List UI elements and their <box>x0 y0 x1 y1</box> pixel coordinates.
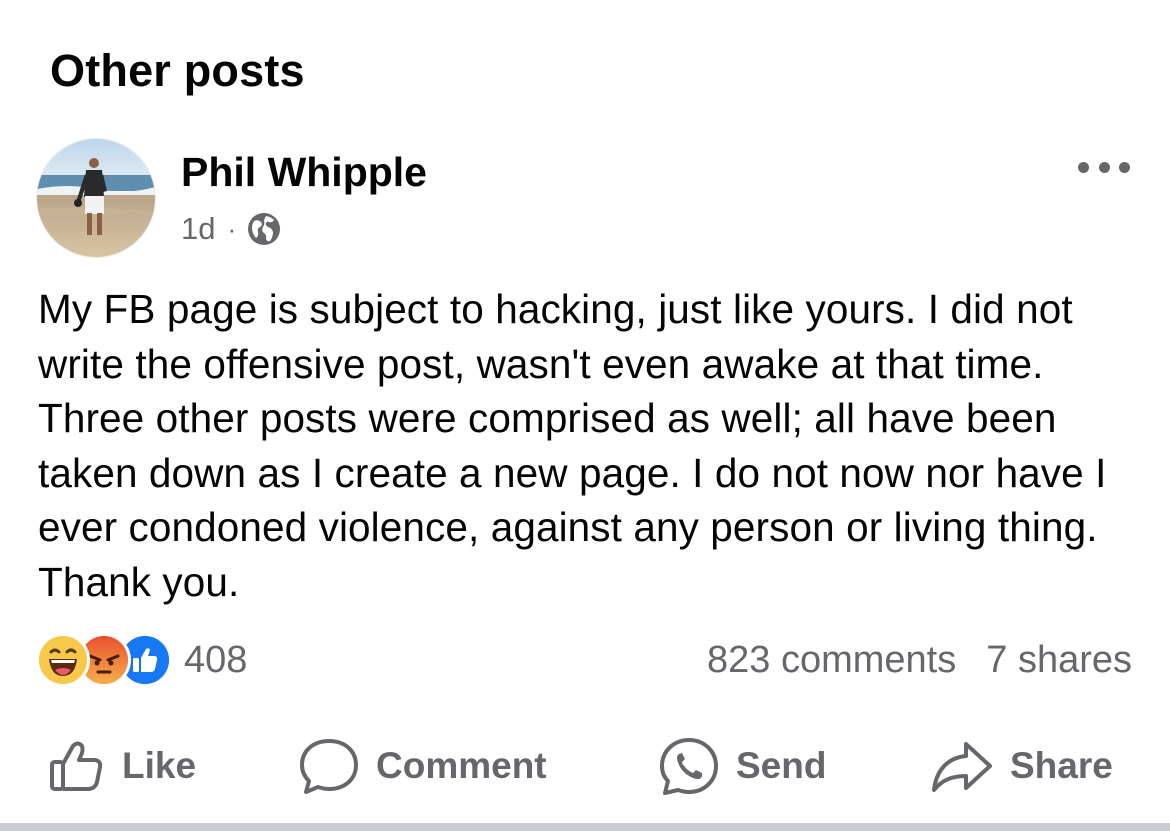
post-timestamp[interactable]: 1d <box>181 211 215 247</box>
more-horizontal-icon-dot <box>1098 161 1110 173</box>
engagement-stats: 823 comments 7 shares <box>707 632 1132 688</box>
like-button[interactable]: Like <box>48 730 196 802</box>
avatar-photo <box>37 139 155 257</box>
share-arrow-icon <box>930 738 994 794</box>
meta-separator: · <box>227 213 237 244</box>
send-button[interactable]: Send <box>658 730 826 802</box>
share-label: Share <box>1010 745 1113 786</box>
reactions-summary[interactable]: 408 <box>36 632 247 688</box>
more-options-button[interactable] <box>1078 152 1130 182</box>
post-actions: Like Comment Send Share <box>0 730 1170 802</box>
send-label: Send <box>736 745 827 786</box>
reaction-count: 408 <box>184 638 248 681</box>
post-body: My FB page is subject to hacking, just l… <box>38 286 1107 605</box>
avatar[interactable] <box>37 139 155 257</box>
like-label: Like <box>122 745 197 786</box>
haha-icon <box>36 633 90 687</box>
comment-label: Comment <box>376 745 547 786</box>
comments-count-link[interactable]: 823 comments <box>707 639 956 682</box>
section-title: Other posts <box>50 45 305 96</box>
post-card: Other posts Phil Whipple 1d · My FB page… <box>0 0 1170 831</box>
more-horizontal-icon-dot <box>1119 161 1130 173</box>
share-button[interactable]: Share <box>930 730 1113 802</box>
comment-button[interactable]: Comment <box>298 730 547 802</box>
section-divider <box>0 823 1170 831</box>
thumbs-up-icon <box>48 737 106 795</box>
more-horizontal-icon-dot <box>1078 161 1089 173</box>
globe-icon[interactable] <box>246 211 282 247</box>
post-meta: 1d · <box>181 207 282 251</box>
author-name[interactable]: Phil Whipple <box>181 148 427 197</box>
shares-count-link[interactable]: 7 shares <box>986 639 1132 682</box>
comment-bubble-icon <box>298 736 360 796</box>
messenger-phone-icon <box>658 735 720 797</box>
